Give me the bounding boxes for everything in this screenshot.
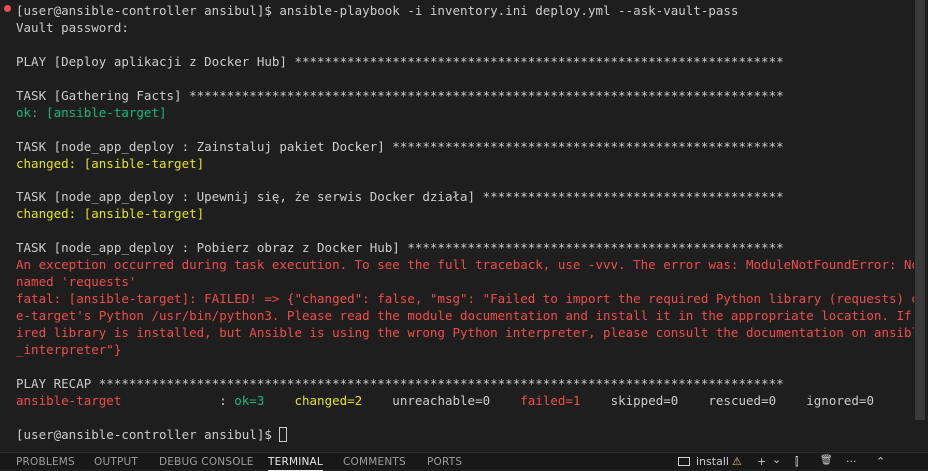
- terminal-text: unreachable=0: [362, 392, 521, 408]
- terminal-icon: [678, 457, 690, 466]
- terminal-text: fatal: [ansible-target]: FAILED! => {"ch…: [16, 291, 914, 307]
- tab-ports[interactable]: PORTS: [427, 456, 462, 468]
- terminal-text: _interpreter"}: [16, 342, 122, 357]
- terminal-text: [user@ansible-controller ansibul]$: [16, 426, 280, 442]
- terminal-line: _interpreter"}: [16, 341, 121, 358]
- trash-icon[interactable]: 🗑: [820, 455, 833, 466]
- terminal-text: ok=3: [234, 392, 265, 408]
- terminal-line: Vault password:: [16, 19, 129, 36]
- terminal-text: PLAY [Deploy aplikacji z Docker Hub] ***…: [16, 53, 784, 69]
- terminal-text: ansible-target: [16, 392, 122, 408]
- terminal-scrollbar[interactable]: [914, 0, 928, 452]
- terminal-output[interactable]: [user@ansible-controller ansibul]$ ansib…: [0, 0, 914, 452]
- terminal-text: TASK [node_app_deploy : Zainstaluj pakie…: [16, 138, 784, 154]
- terminal-text: TASK [node_app_deploy : Pobierz obraz z …: [16, 240, 784, 256]
- terminal-text: TASK [node_app_deploy : Upewnij się, że …: [16, 189, 784, 205]
- terminal-text: [user@ansible-controller ansibul]$ ansib…: [16, 3, 739, 18]
- terminal-instance-name[interactable]: install: [696, 455, 729, 468]
- terminal-line: TASK [Gathering Facts] *****************…: [16, 87, 784, 104]
- terminal-text: failed=1: [520, 392, 581, 408]
- terminal-text: changed: [ansible-target]: [16, 206, 205, 222]
- terminal-line: [user@ansible-controller ansibul]$: [16, 426, 288, 443]
- terminal-line: ired library is installed, but Ansible i…: [16, 324, 914, 341]
- terminal-text: ired library is installed, but Ansible i…: [16, 325, 914, 341]
- command-error-indicator[interactable]: [4, 5, 11, 12]
- terminal-text: changed=2: [294, 392, 363, 408]
- terminal-text: skipped=0 rescued=0 ignored=0: [580, 392, 874, 408]
- tab-debug-console[interactable]: DEBUG CONSOLE: [159, 456, 254, 468]
- terminal-line: [user@ansible-controller ansibul]$ ansib…: [16, 2, 738, 19]
- terminal-text: named 'requests': [16, 274, 137, 290]
- terminal-text: TASK [Gathering Facts] *****************…: [16, 87, 784, 103]
- terminal-line: changed: [ansible-target]: [16, 205, 204, 222]
- terminal-line: TASK [node_app_deploy : Pobierz obraz z …: [16, 239, 784, 256]
- terminal-text: changed: [ansible-target]: [16, 155, 205, 171]
- tab-terminal[interactable]: TERMINAL: [268, 456, 323, 471]
- terminal-line: TASK [node_app_deploy : Upewnij się, że …: [16, 188, 784, 205]
- terminal-line: PLAY [Deploy aplikacji z Docker Hub] ***…: [16, 53, 784, 70]
- terminal-line: TASK [node_app_deploy : Zainstaluj pakie…: [16, 138, 784, 155]
- terminal-cursor: [279, 426, 288, 442]
- tab-problems[interactable]: PROBLEMS: [16, 456, 75, 468]
- terminal-dropdown-icon[interactable]: ⌄: [772, 453, 781, 466]
- terminal-line: fatal: [ansible-target]: FAILED! => {"ch…: [16, 290, 914, 307]
- terminal-text: Vault password:: [16, 19, 129, 35]
- tab-comments[interactable]: COMMENTS: [343, 456, 406, 468]
- split-terminal-icon[interactable]: ⫿: [795, 455, 799, 469]
- terminal-text: :: [121, 392, 235, 408]
- maximize-panel-icon[interactable]: ⌃: [876, 455, 885, 468]
- terminal-line: changed: [ansible-target]: [16, 155, 204, 172]
- terminal-line: named 'requests': [16, 273, 136, 290]
- terminal-line: PLAY RECAP *****************************…: [16, 375, 784, 392]
- terminal-line: An exception occurred during task execut…: [16, 256, 914, 273]
- tab-output[interactable]: OUTPUT: [94, 456, 138, 468]
- terminal-line: ansible-target : ok=3 changed=2 unreacha…: [16, 392, 874, 409]
- new-terminal-button[interactable]: +: [757, 455, 766, 468]
- terminal-line: ok: [ansible-target]: [16, 104, 167, 121]
- terminal-text: PLAY RECAP *****************************…: [16, 375, 784, 391]
- terminal-line: e-target's Python /usr/bin/python3. Plea…: [16, 307, 914, 324]
- terminal-scrollbar-thumb[interactable]: [915, 0, 925, 420]
- terminal-text: ok: [ansible-target]: [16, 104, 167, 120]
- terminal-text: An exception occurred during task execut…: [16, 257, 914, 273]
- terminal-text: e-target's Python /usr/bin/python3. Plea…: [16, 308, 914, 324]
- warning-icon: ⚠: [732, 455, 742, 468]
- panel-tab-bar: install ⚠ + ⌄ ⫿ 🗑 ··· ⌃ PROBLEMS OUTPUT DE…: [0, 452, 928, 471]
- more-actions-icon[interactable]: ···: [846, 455, 857, 468]
